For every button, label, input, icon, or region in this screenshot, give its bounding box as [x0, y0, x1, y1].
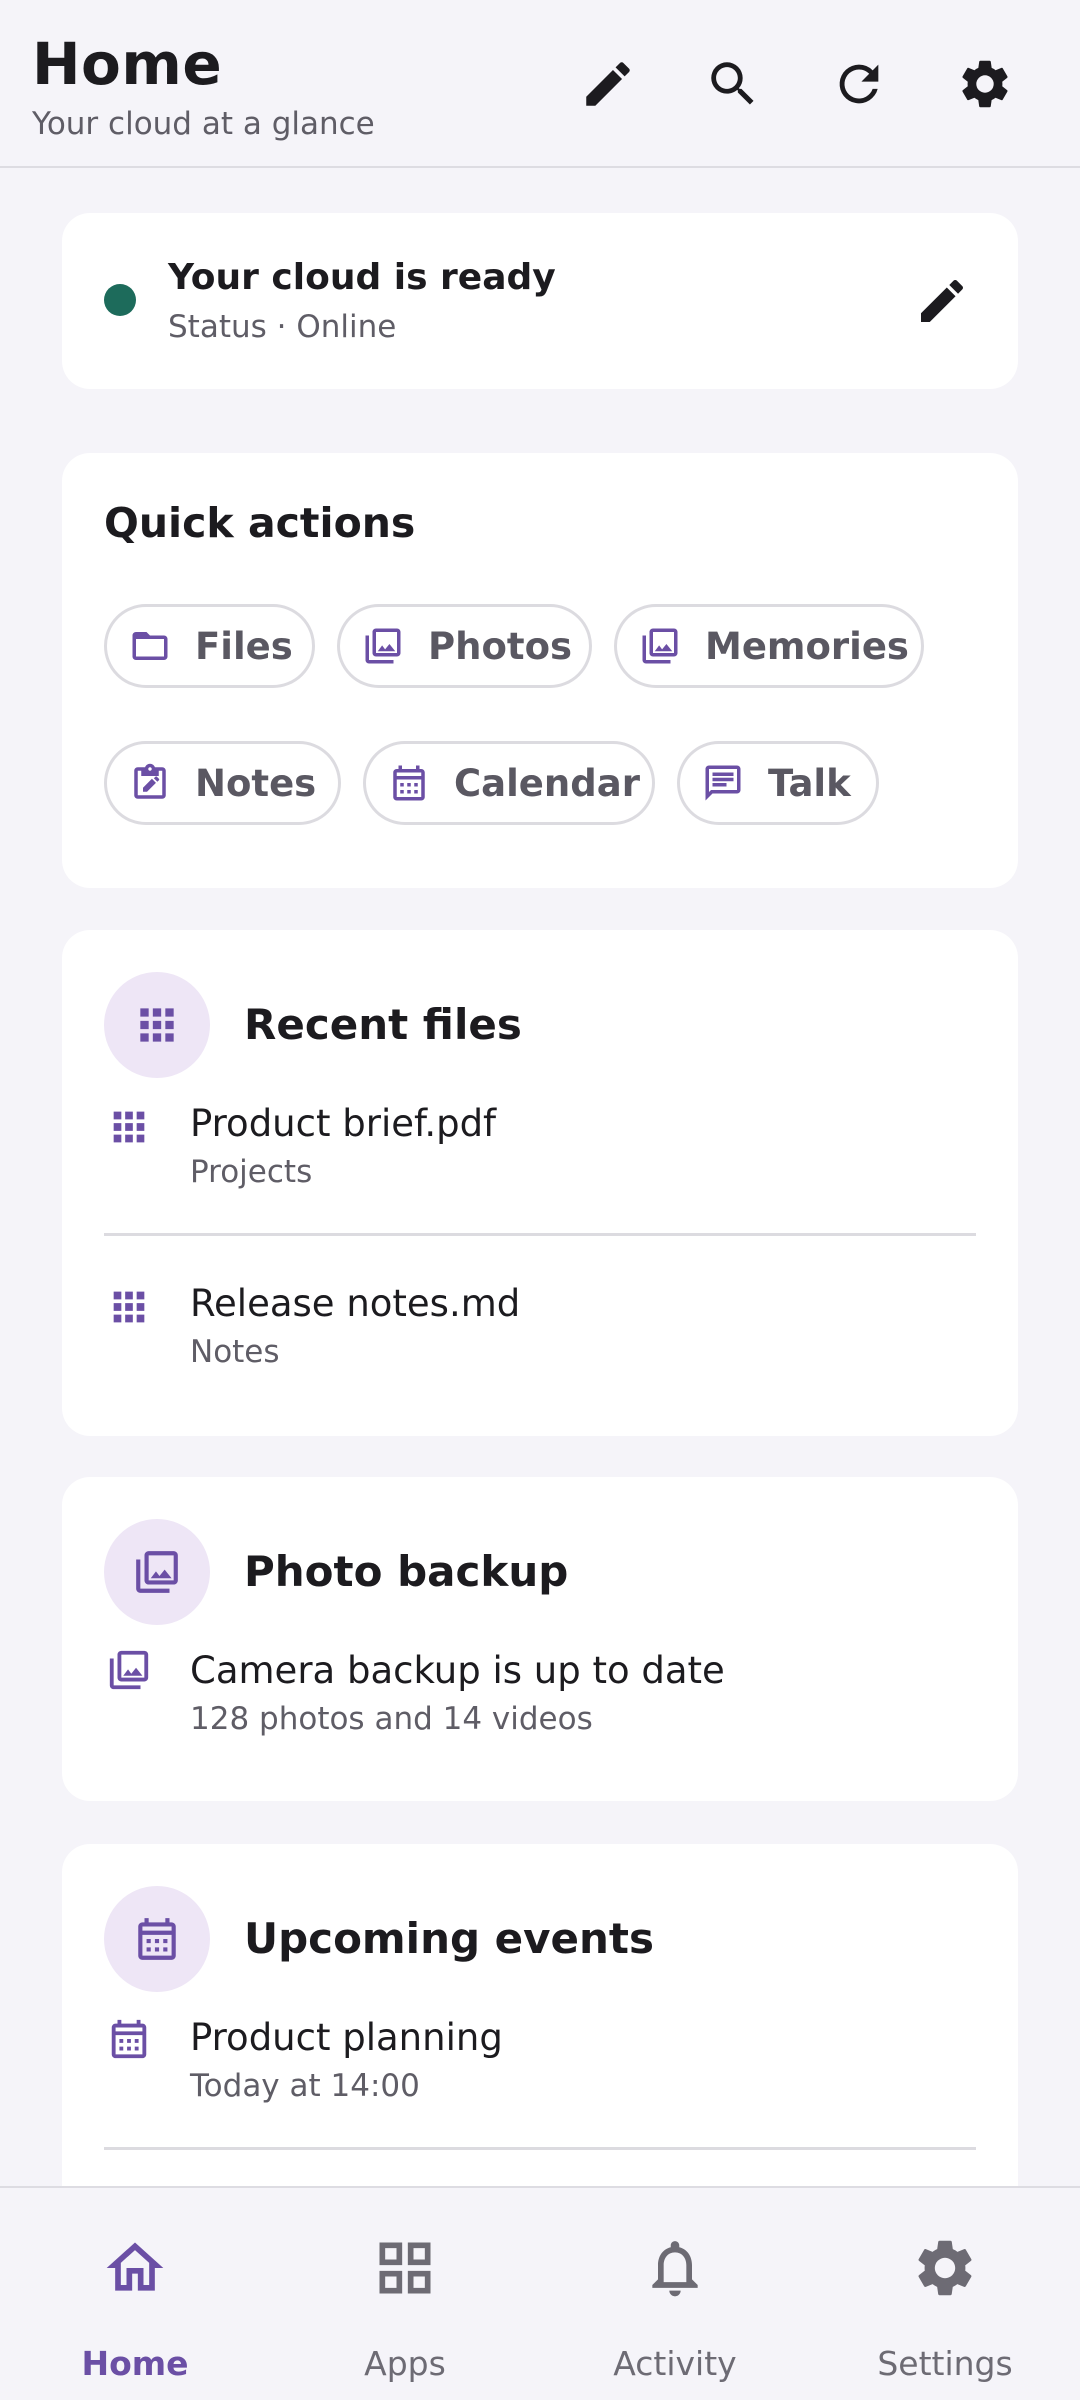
- refresh-button[interactable]: [823, 48, 895, 120]
- bell-icon: [641, 2234, 709, 2302]
- chip-label: Calendar: [454, 761, 640, 805]
- photos-icon: [136, 1551, 178, 1593]
- grid-icon: [140, 1008, 174, 1042]
- calendar-icon: [138, 1918, 176, 1960]
- chip-label: Files: [195, 624, 293, 668]
- status-edit-button[interactable]: [906, 265, 978, 337]
- status-subtitle: Status · Online: [168, 309, 397, 345]
- search-icon: [711, 62, 754, 105]
- settings-button[interactable]: [949, 48, 1021, 120]
- file-grid-icon: [104, 1282, 154, 1332]
- edit-icon: [586, 62, 630, 106]
- page-subtitle: Your cloud at a glance: [32, 106, 375, 142]
- bottom-navigation: Home Apps Activity Settings: [0, 2186, 1080, 2400]
- edit-icon: [921, 279, 964, 322]
- nav-apps[interactable]: Apps: [270, 2188, 540, 2400]
- chip-label: Talk: [768, 761, 851, 805]
- top-app-bar: Home Your cloud at a glance: [0, 0, 1080, 168]
- chip-calendar[interactable]: Calendar: [363, 741, 655, 825]
- status-card[interactable]: Your cloud is ready Status · Online: [62, 213, 1018, 389]
- events-header-icon: [104, 1886, 210, 1992]
- event-time: Today at 14:00: [190, 2068, 420, 2104]
- file-name: Product brief.pdf: [190, 1102, 497, 1145]
- nav-label: Home: [81, 2344, 189, 2383]
- note-edit-icon: [134, 763, 166, 799]
- file-name: Release notes.md: [190, 1282, 521, 1325]
- nav-label: Activity: [613, 2344, 737, 2383]
- refresh-icon: [839, 64, 879, 104]
- calendar-icon: [393, 765, 425, 801]
- recent-files-header-icon: [104, 972, 210, 1078]
- chip-memories[interactable]: Memories: [614, 604, 924, 688]
- chip-label: Memories: [705, 624, 909, 668]
- file-folder: Projects: [190, 1154, 313, 1190]
- event-title: Product planning: [190, 2016, 503, 2059]
- photo-backup-header-icon: [104, 1519, 210, 1625]
- chat-icon: [705, 765, 741, 801]
- backup-detail: 128 photos and 14 videos: [190, 1701, 593, 1737]
- quick-actions-card: Quick actions Files Photos Memories Note…: [62, 453, 1018, 888]
- folder-icon: [132, 632, 168, 660]
- nav-activity[interactable]: Activity: [540, 2188, 810, 2400]
- status-online-dot: [104, 284, 136, 316]
- divider: [104, 1233, 976, 1236]
- photos-icon: [642, 628, 678, 664]
- chip-files[interactable]: Files: [104, 604, 315, 688]
- nav-settings[interactable]: Settings: [810, 2188, 1080, 2400]
- nav-label: Apps: [364, 2344, 446, 2383]
- settings-icon: [911, 2234, 979, 2302]
- photos-icon: [104, 1645, 154, 1695]
- search-button[interactable]: [697, 48, 769, 120]
- chip-photos[interactable]: Photos: [337, 604, 592, 688]
- events-title: Upcoming events: [244, 1914, 654, 1963]
- settings-icon: [962, 60, 1008, 108]
- nav-label: Settings: [877, 2344, 1013, 2383]
- chip-talk[interactable]: Talk: [677, 741, 879, 825]
- recent-files-title: Recent files: [244, 1000, 522, 1049]
- edit-button[interactable]: [572, 48, 644, 120]
- page-title: Home: [32, 30, 223, 98]
- home-icon: [101, 2234, 169, 2302]
- quick-actions-title: Quick actions: [104, 499, 416, 547]
- apps-icon: [371, 2234, 439, 2302]
- recent-files-card: Recent files Product brief.pdf Projects …: [62, 930, 1018, 1436]
- chip-label: Photos: [428, 624, 573, 668]
- chip-label: Notes: [195, 761, 317, 805]
- status-title: Your cloud is ready: [168, 257, 556, 298]
- photos-icon: [365, 628, 401, 664]
- chip-notes[interactable]: Notes: [104, 741, 341, 825]
- calendar-icon: [104, 2014, 154, 2064]
- photo-backup-title: Photo backup: [244, 1547, 569, 1596]
- photo-backup-card: Photo backup Camera backup is up to date…: [62, 1477, 1018, 1801]
- nav-home[interactable]: Home: [0, 2188, 270, 2400]
- file-folder: Notes: [190, 1334, 280, 1370]
- file-grid-icon: [104, 1102, 154, 1152]
- divider: [104, 2147, 976, 2150]
- backup-status: Camera backup is up to date: [190, 1649, 725, 1692]
